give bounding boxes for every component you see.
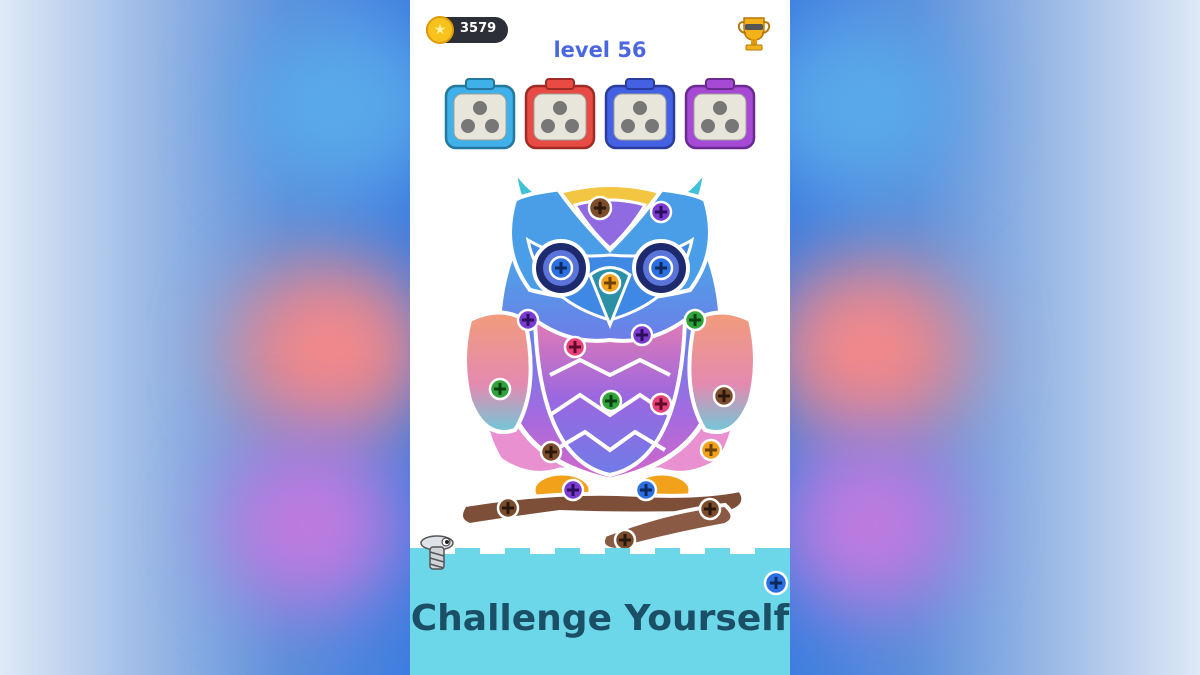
screw[interactable] xyxy=(613,528,637,552)
screw[interactable] xyxy=(634,478,658,502)
screw[interactable] xyxy=(539,440,563,464)
blur-blob xyxy=(230,260,410,440)
screw[interactable] xyxy=(587,195,613,221)
blur-blob xyxy=(240,20,410,190)
screw[interactable] xyxy=(496,496,520,520)
screw-box-blue[interactable] xyxy=(444,78,516,150)
screw[interactable] xyxy=(548,255,574,281)
blur-blob xyxy=(790,20,960,190)
screw[interactable] xyxy=(563,335,587,359)
level-title: level 56 xyxy=(553,38,647,62)
screw[interactable] xyxy=(649,392,673,416)
screw[interactable] xyxy=(698,497,722,521)
game-screen: ★ 3579 level 56 Challenge Yourself xyxy=(410,0,790,675)
screw[interactable] xyxy=(488,377,512,401)
box-shape xyxy=(444,78,516,150)
blur-blob xyxy=(790,260,970,440)
screw-box-indigo[interactable] xyxy=(604,78,676,150)
blurred-background-left xyxy=(0,0,410,675)
trophy-icon[interactable] xyxy=(736,14,772,54)
screw[interactable] xyxy=(561,478,585,502)
coin-count: 3579 xyxy=(460,21,497,36)
screw[interactable] xyxy=(649,200,673,224)
screw-box-purple[interactable] xyxy=(684,78,756,150)
owl-puzzle[interactable] xyxy=(440,160,780,560)
box-shape xyxy=(604,78,676,150)
blur-blob xyxy=(220,440,400,610)
screw[interactable] xyxy=(598,271,622,295)
screw[interactable] xyxy=(699,438,723,462)
challenge-banner-text: Challenge Yourself xyxy=(410,598,790,639)
box-shape xyxy=(524,78,596,150)
screw[interactable] xyxy=(712,384,736,408)
blur-blob xyxy=(790,440,960,610)
blurred-background-right xyxy=(790,0,1200,675)
screw[interactable] xyxy=(599,389,623,413)
screw[interactable] xyxy=(630,323,654,347)
plus-icon[interactable] xyxy=(763,570,789,596)
box-shape xyxy=(684,78,756,150)
screw-mascot-icon xyxy=(420,535,454,570)
screw[interactable] xyxy=(683,308,707,332)
screw[interactable] xyxy=(648,255,674,281)
screw[interactable] xyxy=(516,308,540,332)
screw-box-red[interactable] xyxy=(524,78,596,150)
